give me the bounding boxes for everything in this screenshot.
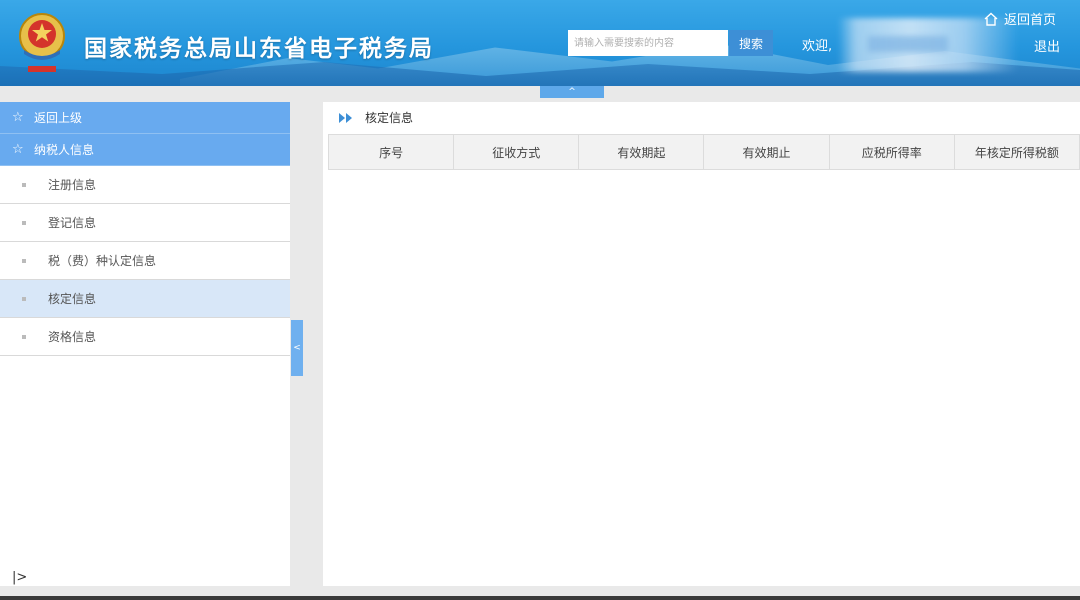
column-header[interactable]: 应税所得率	[828, 134, 955, 170]
site-title: 国家税务总局山东省电子税务局	[84, 36, 434, 62]
sidebar-item-label: 注册信息	[48, 178, 97, 192]
home-link-label: 返回首页	[1004, 13, 1057, 28]
bullet-icon	[22, 182, 26, 187]
welcome-text: 欢迎,	[802, 39, 833, 54]
sidebar-item-assessment[interactable]: 核定信息	[0, 280, 290, 318]
logout-link[interactable]: 退出	[1034, 36, 1060, 55]
column-header[interactable]: 征收方式	[453, 134, 580, 170]
home-link[interactable]: 返回首页	[984, 9, 1056, 28]
sidebar-item-qualification[interactable]: 资格信息	[0, 318, 290, 356]
column-header[interactable]: 序号	[327, 134, 455, 170]
sidebar-collapse-button[interactable]: <	[291, 320, 303, 376]
sidebar-item-label: 登记信息	[48, 216, 97, 230]
sidebar-item-label: 核定信息	[48, 292, 97, 306]
sidebar-item-label: 税（费）种认定信息	[48, 254, 157, 268]
sidebar-back-button[interactable]: ☆ 返回上级	[0, 102, 290, 134]
bullet-icon	[22, 296, 26, 301]
header-collapse-button[interactable]: ^	[540, 86, 604, 98]
assessment-table: 序号 征收方式 有效期起 有效期止 应税所得率 年核定所得税额	[327, 134, 1080, 170]
bullet-icon	[22, 258, 26, 263]
home-icon	[984, 12, 998, 26]
page-title: 核定信息	[337, 109, 413, 126]
column-header[interactable]: 有效期起	[578, 134, 705, 170]
table-header-row: 序号 征收方式 有效期起 有效期止 应税所得率 年核定所得税额	[327, 134, 1080, 170]
column-header[interactable]: 有效期止	[703, 134, 830, 170]
search-input[interactable]	[568, 30, 728, 56]
star-icon: ☆	[12, 142, 24, 157]
tax-emblem-logo	[19, 13, 65, 72]
double-arrow-icon	[339, 112, 352, 123]
column-header[interactable]: 年核定所得税额	[953, 134, 1080, 170]
sidebar-group-taxpayer-info[interactable]: ☆ 纳税人信息	[0, 134, 290, 166]
star-icon: ☆	[12, 110, 24, 125]
sidebar-head-label: 返回上级	[34, 111, 83, 125]
bottom-bar	[0, 596, 1080, 600]
header-banner: 国家税务总局山东省电子税务局 搜索 欢迎, 返回首页 退出	[0, 0, 1080, 86]
sidebar: ☆ 返回上级 ☆ 纳税人信息 注册信息 登记信息 税（费）种认定信息 核定信息 …	[0, 102, 290, 586]
expand-panel-icon[interactable]: |>	[12, 570, 27, 585]
main-panel: 核定信息 序号 征收方式 有效期起 有效期止 应税所得率 年核定所得税额	[323, 102, 1080, 586]
bullet-icon	[22, 220, 26, 225]
page-title-label: 核定信息	[365, 111, 414, 125]
sidebar-item-registration[interactable]: 注册信息	[0, 166, 290, 204]
bullet-icon	[22, 334, 26, 339]
sidebar-item-label: 资格信息	[48, 330, 97, 344]
search-button[interactable]: 搜索	[729, 30, 773, 56]
sidebar-head-label: 纳税人信息	[34, 143, 95, 157]
sidebar-item-tax-type[interactable]: 税（费）种认定信息	[0, 242, 290, 280]
sidebar-item-record[interactable]: 登记信息	[0, 204, 290, 242]
